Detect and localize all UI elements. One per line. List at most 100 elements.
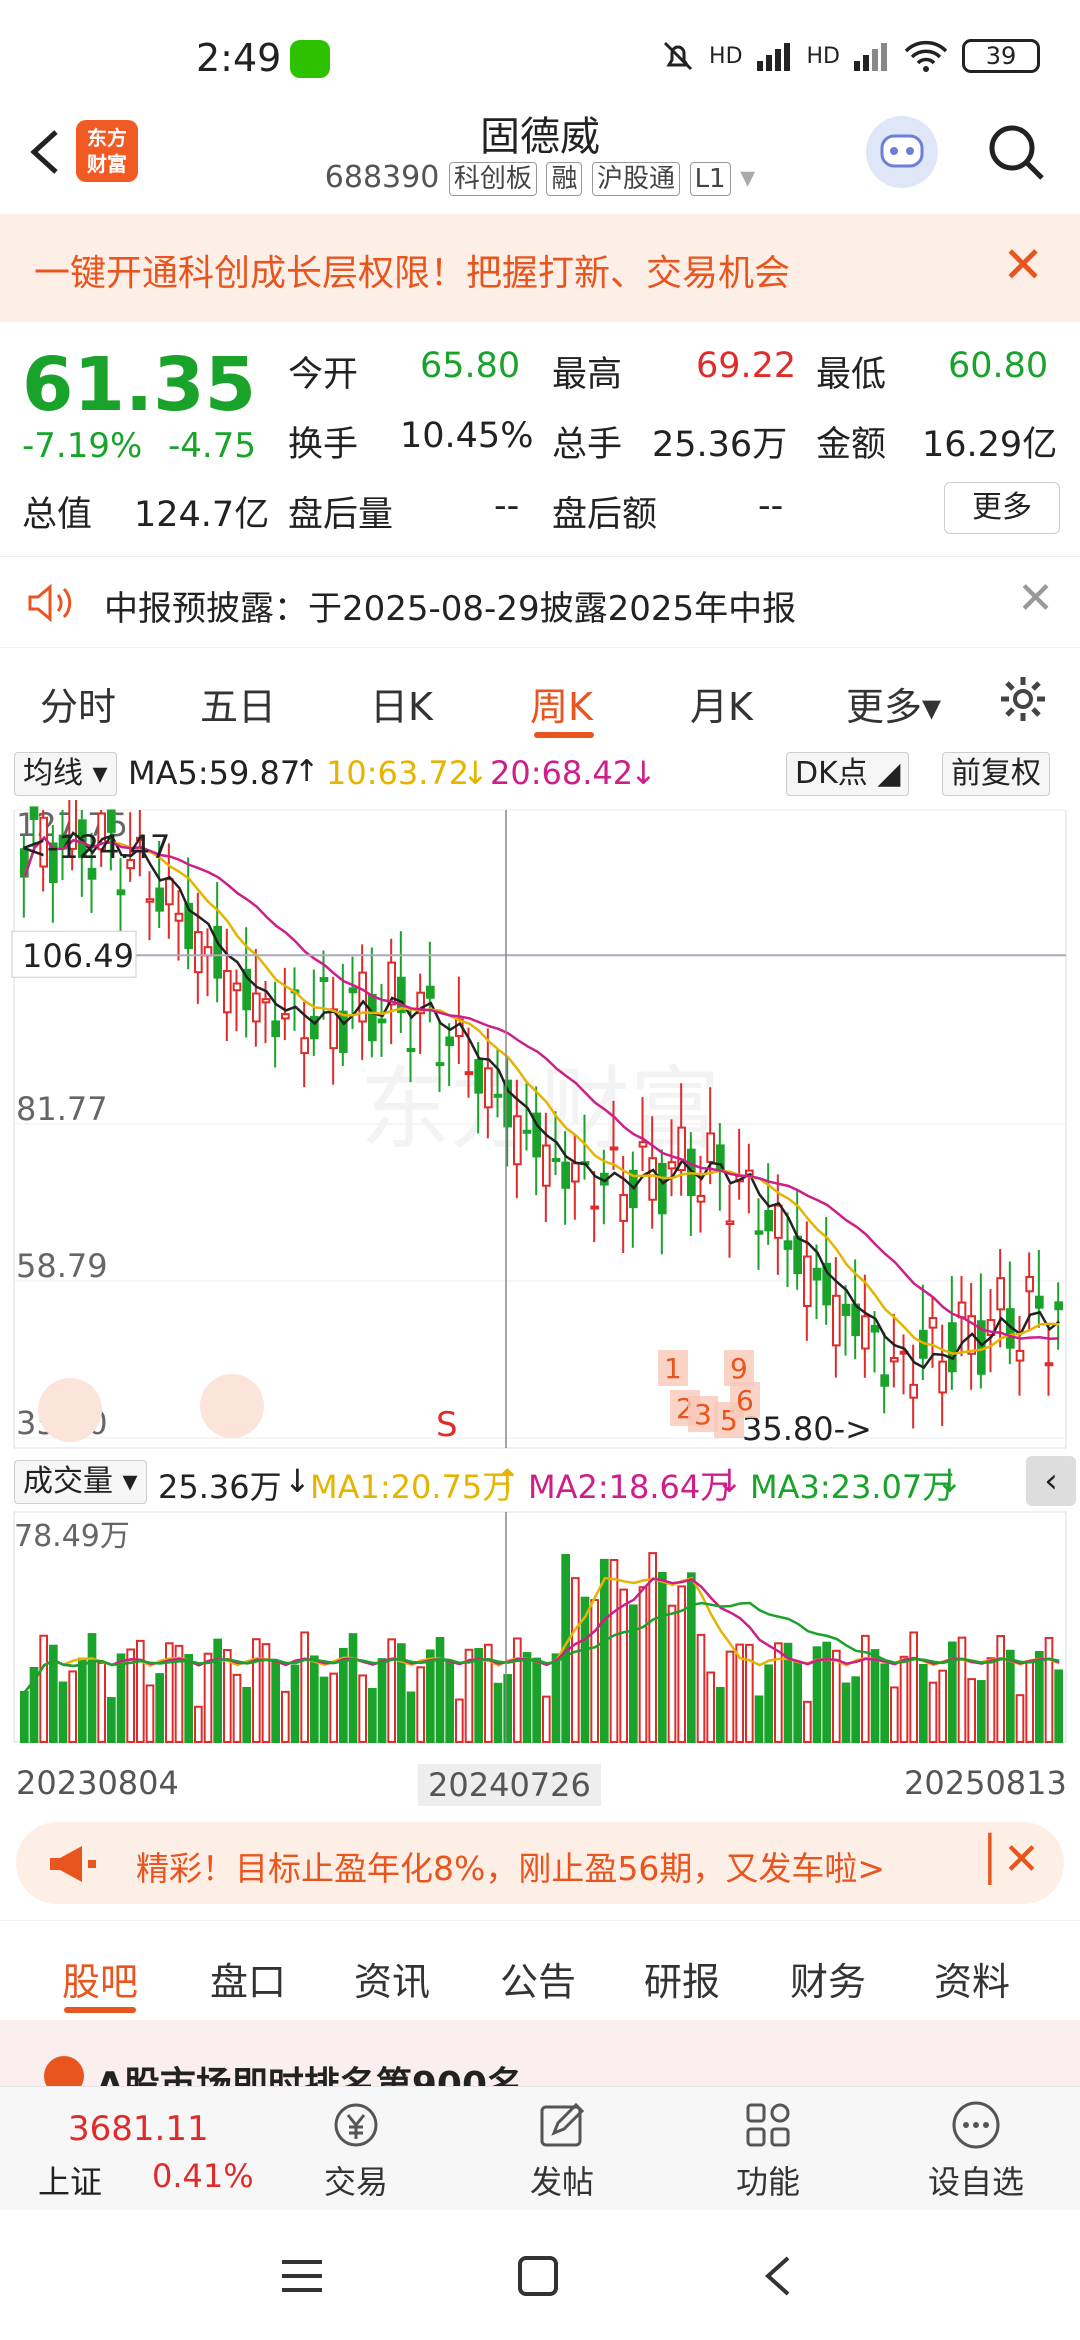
tab-five-day[interactable]: 五日 — [200, 676, 276, 731]
volume-bar: 成交量 ▾ 25.36万 ↓ MA1:20.75万 ↑ MA2:18.64万 ↓… — [0, 1456, 1080, 1508]
volume-bar — [919, 1663, 928, 1743]
nav-trade[interactable]: 交易 — [296, 2099, 416, 2203]
wifi-icon — [904, 40, 948, 72]
volume-max-label: 78.49万 — [14, 1519, 130, 1554]
search-icon[interactable] — [984, 120, 1048, 184]
tab-intraday[interactable]: 分时 — [40, 676, 116, 731]
candle-body — [667, 1161, 677, 1170]
candle-body — [793, 1235, 802, 1275]
mute-bell-icon — [663, 41, 693, 71]
tab-pankou[interactable]: 盘口 — [210, 1951, 286, 2006]
banner-text[interactable]: 一键开通科创成长层权限！把握打新、交易机会 — [34, 244, 790, 296]
nav-functions-label[interactable]: 功能 — [736, 2163, 800, 2201]
adjust-button[interactable]: 前复权 — [942, 752, 1050, 796]
tab-announcements[interactable]: 公告 — [500, 1951, 576, 2006]
date-end: 20250813 — [904, 1764, 1067, 1802]
home-icon[interactable] — [516, 2254, 560, 2298]
volume-bar — [20, 1691, 29, 1743]
back-nav-icon[interactable] — [758, 2254, 798, 2298]
nav-post-label[interactable]: 发帖 — [530, 2163, 594, 2201]
volume-bar — [184, 1654, 193, 1743]
tab-daily-k[interactable]: 日K — [370, 676, 433, 731]
date-start: 20230804 — [16, 1764, 179, 1802]
dk-point-button[interactable]: DK点 ◢ — [786, 752, 910, 796]
candle-body — [909, 1383, 918, 1399]
candle-body — [890, 1357, 899, 1363]
more-button[interactable]: 更多 — [944, 482, 1060, 534]
close-icon[interactable]: ✕ — [1002, 236, 1044, 294]
candle-body — [1044, 1362, 1054, 1367]
volume-bar — [619, 1588, 628, 1743]
tag-connect: 沪股通 — [592, 162, 681, 196]
volume-bar — [590, 1599, 599, 1743]
turnover-label: 换手 — [288, 425, 359, 465]
fullscreen-icon — [200, 1374, 264, 1438]
candle-body — [841, 1303, 851, 1317]
close-icon[interactable]: │✕ — [977, 1834, 1040, 1885]
chevron-down-icon[interactable]: ▾ — [740, 160, 755, 195]
candle-body — [880, 1374, 889, 1387]
volume-bar — [522, 1652, 532, 1744]
open-label: 今开 — [288, 355, 359, 395]
volume-bar — [764, 1664, 773, 1743]
high-value: 69.22 — [696, 346, 797, 386]
volume-bar — [203, 1652, 213, 1743]
tab-more[interactable]: 更多▾ — [846, 676, 941, 731]
volume-bar — [899, 1655, 909, 1744]
nav-trade-label[interactable]: 交易 — [324, 2163, 388, 2201]
info-tabs: 股吧 盘口 资讯 公告 研报 财务 资料 — [0, 1920, 1080, 2020]
nav-add-watchlist[interactable]: 设自选 — [916, 2099, 1036, 2203]
close-icon[interactable]: ✕ — [1017, 573, 1054, 624]
menu-icon[interactable] — [280, 2256, 324, 2296]
earnings-notice[interactable]: 中报预披露：于2025-08-29披露2025年中报 ✕ — [0, 556, 1080, 648]
signal-number: 3 — [694, 1398, 712, 1431]
candle-body — [658, 1162, 667, 1215]
volume-selector[interactable]: 成交量 ▾ — [14, 1460, 147, 1504]
volume-bar — [909, 1631, 918, 1743]
crosshair-price-label: 106.49 — [22, 937, 134, 975]
tab-finance[interactable]: 财务 — [790, 1951, 866, 2006]
volume-bar — [271, 1660, 281, 1743]
signal-hd-label-2: HD — [806, 43, 840, 69]
ma-selector[interactable]: 均线 ▾ — [14, 752, 117, 796]
stock-header: 东方 财富 固德威 688390 科创板 融 沪股通 L1 ▾ — [0, 100, 1080, 212]
volume-chart[interactable]: 78.49万 — [0, 1508, 1080, 1748]
tab-weekly-k[interactable]: 周K — [530, 676, 593, 731]
index-change[interactable]: 0.41% — [152, 2157, 254, 2195]
volume-bar — [609, 1558, 619, 1744]
volume-bar — [725, 1650, 735, 1743]
collapse-panel-icon[interactable]: ‹ — [1026, 1456, 1076, 1506]
candle-body — [948, 1322, 957, 1373]
tag-margin: 融 — [546, 162, 583, 196]
nav-add-watchlist-label[interactable]: 设自选 — [928, 2163, 1024, 2201]
candlestick-chart[interactable]: 127.7581.7758.7935.80东方财富106.49<-124.473… — [0, 800, 1080, 1460]
promo-text[interactable]: 精彩！目标止盈年化8%，刚止盈56期，又发车啦> — [136, 1842, 885, 1890]
tab-monthly-k[interactable]: 月K — [690, 676, 753, 731]
ma-bar: 均线 ▾ MA5:59.87 ↑ 10:63.72 ↓ 20:68.42 ↓ D… — [0, 748, 1080, 800]
ma10-value: 10:63.72 — [326, 754, 470, 792]
volume-bar — [348, 1633, 358, 1743]
nav-functions[interactable]: 功能 — [708, 2099, 828, 2203]
assistant-robot-icon[interactable] — [866, 116, 938, 188]
tab-research[interactable]: 研报 — [644, 1951, 720, 2006]
index-name[interactable]: 上证 — [38, 2157, 102, 2203]
promo-banner[interactable]: 精彩！目标止盈年化8%，刚止盈56期，又发车啦> │✕ — [16, 1822, 1064, 1904]
index-value[interactable]: 3681.11 — [68, 2109, 209, 2149]
candle-body — [957, 1301, 967, 1319]
upgrade-banner[interactable]: 一键开通科创成长层权限！把握打新、交易机会 ✕ — [0, 214, 1080, 322]
vol-ma1: MA1:20.75万 — [310, 1468, 515, 1506]
tab-guba[interactable]: 股吧 — [62, 1951, 138, 2006]
gear-icon[interactable] — [998, 674, 1048, 724]
volume-bar — [977, 1680, 986, 1743]
tab-news[interactable]: 资讯 — [354, 1951, 430, 2006]
rank-row[interactable]: A股市场即时排名第900名 — [0, 2020, 1080, 2106]
volume-bar — [667, 1604, 677, 1743]
candle-body — [725, 1220, 735, 1225]
tab-profile[interactable]: 资料 — [934, 1951, 1010, 2006]
candle-body — [609, 1146, 619, 1151]
volume-bar — [600, 1558, 609, 1743]
candle-body — [542, 1144, 551, 1187]
ma20-value: 20:68.42 — [490, 754, 634, 792]
notice-text[interactable]: 中报预披露：于2025-08-29披露2025年中报 — [104, 581, 796, 630]
nav-post[interactable]: 发帖 — [502, 2099, 622, 2203]
